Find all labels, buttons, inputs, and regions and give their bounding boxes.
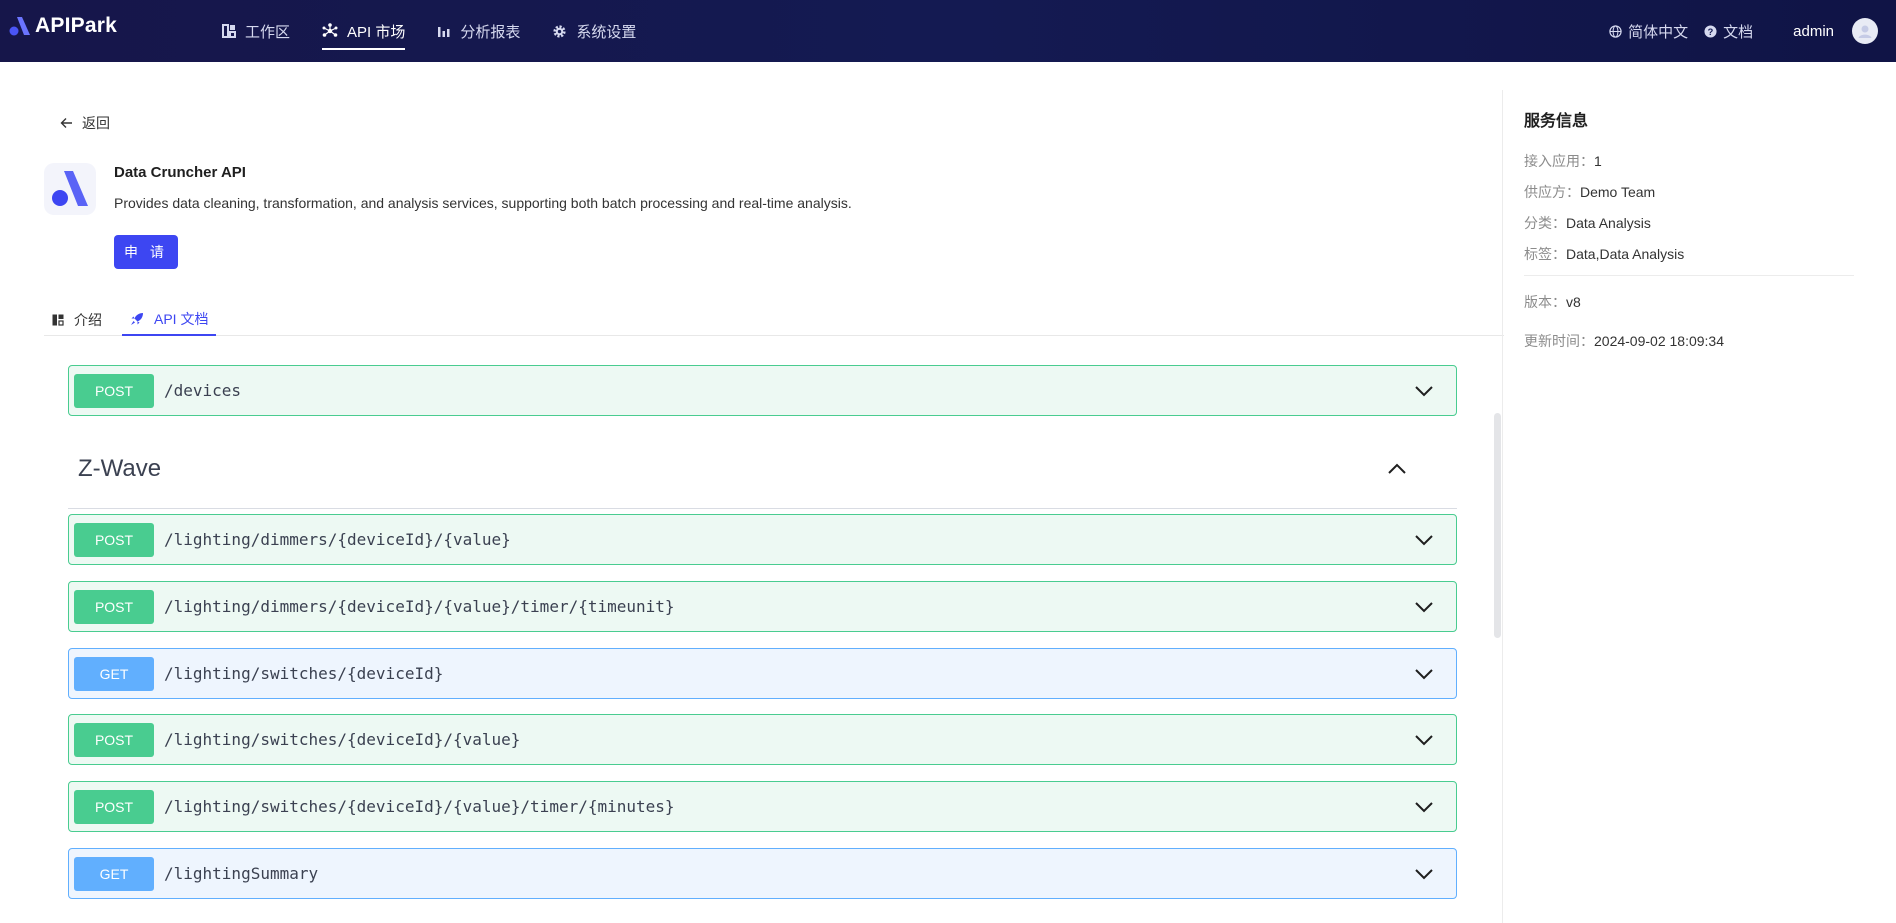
chevron-down-icon[interactable]	[1414, 866, 1434, 882]
chevron-down-icon[interactable]	[1414, 383, 1434, 399]
info-value: Demo Team	[1580, 184, 1656, 200]
arrow-left-icon	[60, 118, 72, 128]
method-badge: POST	[74, 789, 154, 824]
language-label: 简体中文	[1628, 23, 1689, 41]
info-key: 分类：	[1524, 215, 1566, 231]
method-badge: GET	[74, 656, 154, 691]
operation-path: /devices	[164, 381, 242, 400]
info-key: 接入应用：	[1524, 153, 1594, 169]
market-icon	[322, 23, 338, 37]
tab-api-docs[interactable]: API 文档	[122, 303, 217, 336]
info-value: Data,Data Analysis	[1566, 246, 1685, 262]
back-button[interactable]: 返回	[60, 113, 110, 133]
info-value: Data Analysis	[1566, 215, 1651, 231]
back-label: 返回	[82, 115, 110, 131]
top-navigation-bar: APIPark 工作区 API 市场 分析报表 系统设置 简体中文 ? 文档 a…	[0, 0, 1896, 62]
chevron-down-icon[interactable]	[1414, 732, 1434, 748]
operation-row[interactable]: POST /lighting/dimmers/{deviceId}/{value…	[68, 514, 1457, 565]
dashboard-icon	[222, 24, 236, 38]
chevron-down-icon[interactable]	[1414, 799, 1434, 815]
globe-icon	[1609, 24, 1622, 38]
method-badge: POST	[74, 722, 154, 757]
chevron-down-icon[interactable]	[1414, 599, 1434, 615]
service-logo	[44, 163, 96, 215]
nav-label: 工作区	[245, 23, 291, 41]
operation-path: /lighting/dimmers/{deviceId}/{value}/tim…	[164, 597, 675, 616]
content-tabs: 介绍 API 文档	[44, 303, 1504, 336]
bar-chart-icon	[438, 27, 450, 37]
docs-link[interactable]: ? 文档	[1704, 21, 1753, 42]
method-badge: GET	[74, 856, 154, 891]
nav-item-settings[interactable]: 系统设置	[552, 0, 636, 62]
info-key: 更新时间：	[1524, 333, 1594, 349]
layout-icon	[52, 314, 64, 326]
nav-label: API 市场	[347, 23, 406, 41]
header-right: 简体中文 ? 文档 admin	[1593, 0, 1878, 62]
avatar[interactable]	[1852, 18, 1878, 44]
user-menu[interactable]: admin	[1793, 18, 1878, 44]
service-logo-icon	[52, 171, 88, 206]
info-row-apps: 接入应用：1	[1524, 151, 1602, 171]
info-row-provider: 供应方：Demo Team	[1524, 182, 1655, 202]
operation-row[interactable]: POST /lighting/dimmers/{deviceId}/{value…	[68, 581, 1457, 632]
info-value: 2024-09-02 18:09:34	[1594, 333, 1724, 349]
content-scrollbar[interactable]	[1494, 413, 1501, 638]
method-badge: POST	[74, 589, 154, 624]
service-description: Provides data cleaning, transformation, …	[114, 195, 852, 211]
operation-path: /lightingSummary	[164, 864, 319, 883]
language-switch[interactable]: 简体中文	[1609, 21, 1688, 42]
chevron-down-icon[interactable]	[1414, 532, 1434, 548]
operation-row[interactable]: POST /lighting/switches/{deviceId}/{valu…	[68, 781, 1457, 832]
svg-text:?: ?	[1708, 26, 1714, 36]
section-title: Z-Wave	[78, 455, 162, 482]
operation-row[interactable]: GET /lighting/switches/{deviceId}	[68, 648, 1457, 699]
nav-item-api-market[interactable]: API 市场	[322, 0, 406, 62]
apipark-logo-icon	[9, 17, 30, 36]
nav-label: 分析报表	[460, 23, 521, 41]
rocket-icon	[131, 312, 143, 325]
operation-row[interactable]: GET /lightingSummary	[68, 848, 1457, 899]
main-nav: 工作区 API 市场 分析报表 系统设置	[222, 0, 668, 62]
tab-label: 介绍	[74, 311, 102, 328]
nav-label: 系统设置	[576, 23, 637, 41]
operation-row[interactable]: POST /lighting/switches/{deviceId}/{valu…	[68, 714, 1457, 765]
chevron-down-icon[interactable]	[1414, 666, 1434, 682]
info-key: 版本：	[1524, 294, 1566, 310]
user-avatar-icon	[1858, 25, 1872, 38]
service-info-panel: 服务信息 接入应用：1 供应方：Demo Team 分类：Data Analys…	[1502, 90, 1896, 923]
info-row-updated: 更新时间：2024-09-02 18:09:34	[1524, 331, 1724, 351]
info-row-tags: 标签：Data,Data Analysis	[1524, 244, 1684, 264]
info-key: 标签：	[1524, 246, 1566, 262]
nav-item-analytics[interactable]: 分析报表	[437, 0, 520, 62]
operation-path: /lighting/dimmers/{deviceId}/{value}	[164, 530, 511, 549]
apply-button[interactable]: 申 请	[114, 235, 178, 269]
nav-item-workspace[interactable]: 工作区	[222, 0, 290, 62]
info-key: 供应方：	[1524, 184, 1580, 200]
panel-title: 服务信息	[1524, 113, 1589, 130]
panel-divider	[1524, 275, 1854, 276]
chevron-up-icon[interactable]	[1387, 461, 1407, 477]
operation-path: /lighting/switches/{deviceId}/{value}	[164, 730, 521, 749]
service-title: Data Cruncher API	[114, 164, 246, 181]
tab-intro[interactable]: 介绍	[44, 303, 110, 336]
info-value: 1	[1594, 153, 1602, 169]
tag-section-header[interactable]: Z-Wave	[68, 447, 1457, 509]
gear-icon	[553, 24, 566, 38]
operation-path: /lighting/switches/{deviceId}/{value}/ti…	[164, 797, 675, 816]
info-row-category: 分类：Data Analysis	[1524, 213, 1651, 233]
help-icon: ?	[1704, 24, 1717, 38]
info-row-version: 版本：v8	[1524, 292, 1581, 312]
operation-path: /lighting/switches/{deviceId}	[164, 664, 444, 683]
logo-text: APIPark	[35, 14, 117, 37]
method-badge: POST	[74, 522, 154, 557]
method-badge: POST	[74, 373, 154, 408]
tab-label: API 文档	[154, 310, 209, 327]
app-logo[interactable]: APIPark	[8, 14, 117, 38]
operation-post-devices[interactable]: POST /devices	[68, 365, 1457, 416]
docs-label: 文档	[1723, 23, 1754, 41]
info-value: v8	[1566, 294, 1581, 310]
username: admin	[1793, 22, 1834, 40]
